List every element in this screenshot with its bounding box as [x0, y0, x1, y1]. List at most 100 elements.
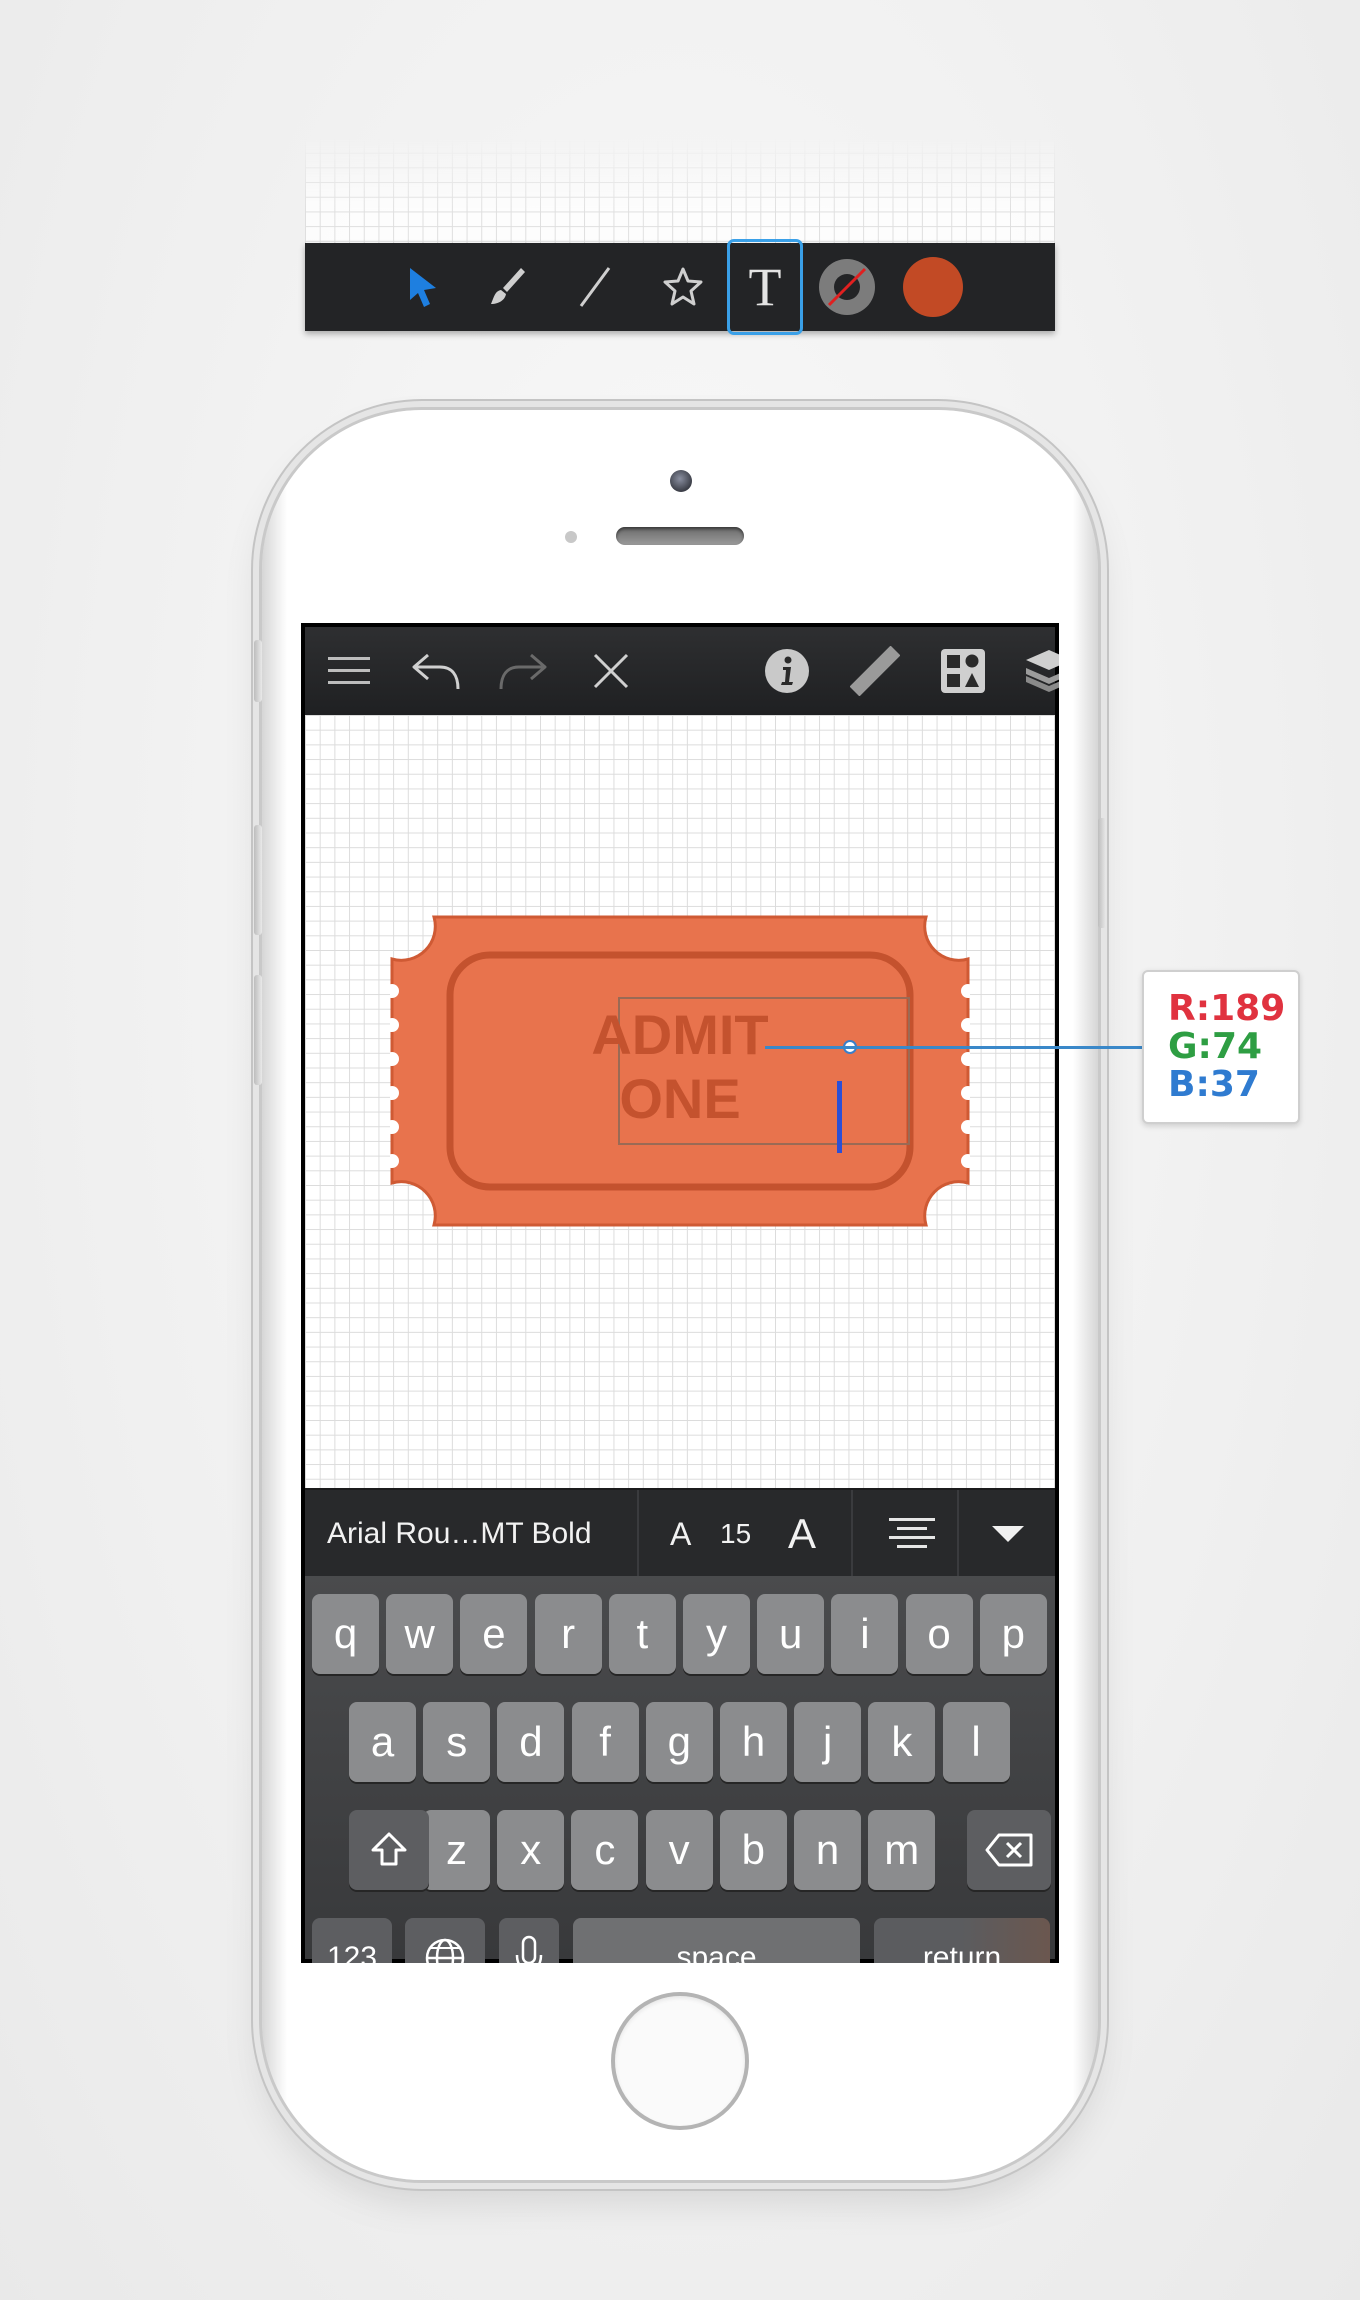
color-readout: R:189 G:74 B:37 [1142, 970, 1300, 1124]
shift-icon [371, 1832, 407, 1866]
volume-up-button [254, 825, 262, 935]
phone-screen: ADMIT ONE Arial Rou…MT Bold A 15 A qwert… [301, 623, 1059, 1963]
layers-icon [1026, 650, 1059, 692]
proximity-sensor [565, 531, 577, 543]
line-tool-button[interactable] [555, 243, 635, 331]
decrease-size-button[interactable]: A [670, 1490, 691, 1578]
key-j[interactable]: j [794, 1702, 862, 1782]
brush-tool-button[interactable] [467, 243, 547, 331]
shift-key[interactable] [349, 1810, 429, 1890]
key-i[interactable]: i [831, 1594, 899, 1674]
key-n[interactable]: n [794, 1810, 861, 1890]
close-button[interactable] [567, 627, 655, 715]
key-d[interactable]: d [497, 1702, 565, 1782]
redo-button[interactable] [479, 627, 567, 715]
key-p[interactable]: p [979, 1594, 1047, 1674]
key-e[interactable]: e [460, 1594, 528, 1674]
shapes-icon [941, 649, 985, 693]
divider [957, 1490, 959, 1578]
ruler-icon [850, 646, 900, 696]
app-toolbar [305, 627, 1059, 715]
key-b[interactable]: b [719, 1810, 787, 1890]
front-camera [670, 470, 692, 492]
key-r[interactable]: r [534, 1594, 602, 1674]
dictation-key[interactable] [499, 1918, 559, 1963]
key-w[interactable]: w [386, 1594, 454, 1674]
key-o[interactable]: o [905, 1594, 973, 1674]
key-v[interactable]: v [645, 1810, 713, 1890]
key-h[interactable]: h [720, 1702, 787, 1782]
stroke-color-button[interactable] [807, 243, 887, 331]
mute-switch [254, 640, 262, 702]
align-button[interactable] [885, 1516, 939, 1557]
close-icon [593, 653, 629, 689]
layers-button[interactable] [1005, 627, 1059, 715]
text-caret [837, 1081, 842, 1153]
key-z[interactable]: z [423, 1810, 490, 1890]
ticket-text[interactable]: ADMIT ONE [390, 1003, 970, 1131]
color-readout-leader [765, 1046, 1145, 1049]
text-tool-button[interactable]: T [725, 239, 805, 335]
ticket-line-2: ONE [619, 1067, 741, 1130]
key-s[interactable]: s [423, 1702, 491, 1782]
text-tool-icon: T [748, 257, 782, 317]
shape-tool-button[interactable] [643, 243, 723, 331]
globe-key[interactable] [405, 1918, 485, 1963]
key-x[interactable]: x [497, 1810, 565, 1890]
divider [851, 1490, 853, 1578]
space-key[interactable]: space [573, 1918, 860, 1963]
microphone-icon [515, 1935, 543, 1963]
key-t[interactable]: t [608, 1594, 676, 1674]
shapes-button[interactable] [919, 627, 1007, 715]
menu-icon [328, 657, 370, 684]
key-y[interactable]: y [683, 1594, 750, 1674]
menu-button[interactable] [305, 627, 393, 715]
drawing-toolbar: T [305, 239, 1055, 335]
canvas-preview-strip [305, 138, 1055, 243]
key-g[interactable]: g [645, 1702, 713, 1782]
undo-button[interactable] [392, 627, 480, 715]
arrow-cursor-icon [410, 268, 436, 307]
font-size-value: 15 [720, 1518, 752, 1549]
redo-icon [499, 653, 547, 690]
backspace-icon [985, 1833, 1033, 1867]
info-icon [765, 649, 809, 693]
numbers-key[interactable]: 123 [312, 1918, 392, 1963]
dismiss-keyboard-button[interactable] [991, 1524, 1025, 1549]
drawing-canvas[interactable]: ADMIT ONE [305, 715, 1055, 1488]
globe-icon [425, 1938, 465, 1963]
key-f[interactable]: f [571, 1702, 639, 1782]
volume-down-button [254, 975, 262, 1085]
keyboard: qwertyuiop asdfghjkl zxcvbnm 123 space r… [305, 1576, 1055, 1963]
undo-icon [412, 653, 460, 690]
font-name-button[interactable]: Arial Rou…MT Bold [327, 1490, 592, 1578]
divider [637, 1490, 639, 1578]
text-format-bar: Arial Rou…MT Bold A 15 A [305, 1488, 1055, 1578]
ruler-button[interactable] [831, 627, 919, 715]
backspace-key[interactable] [967, 1810, 1051, 1890]
home-button[interactable] [611, 1992, 749, 2130]
chevron-down-icon [992, 1526, 1024, 1542]
fill-color-swatch [903, 257, 963, 317]
fill-color-button[interactable] [893, 243, 973, 331]
key-u[interactable]: u [757, 1594, 825, 1674]
ticket-line-1: ADMIT [591, 1003, 769, 1066]
key-m[interactable]: m [868, 1810, 936, 1890]
info-button[interactable] [743, 627, 831, 715]
power-button [1098, 818, 1106, 928]
select-tool-button[interactable] [382, 243, 462, 331]
key-l[interactable]: l [942, 1702, 1010, 1782]
key-k[interactable]: k [868, 1702, 936, 1782]
return-key[interactable]: return [874, 1918, 1050, 1963]
increase-size-button[interactable]: A [788, 1490, 816, 1578]
star-icon [663, 267, 703, 306]
key-a[interactable]: a [349, 1702, 416, 1782]
key-c[interactable]: c [571, 1810, 639, 1890]
key-q[interactable]: q [312, 1594, 379, 1674]
line-icon [579, 267, 611, 307]
admit-one-ticket[interactable]: ADMIT ONE [385, 915, 975, 1227]
green-value: G:74 [1168, 1026, 1263, 1067]
blue-value: B:37 [1168, 1064, 1260, 1105]
red-value: R:189 [1168, 988, 1286, 1029]
brush-icon [491, 268, 525, 304]
